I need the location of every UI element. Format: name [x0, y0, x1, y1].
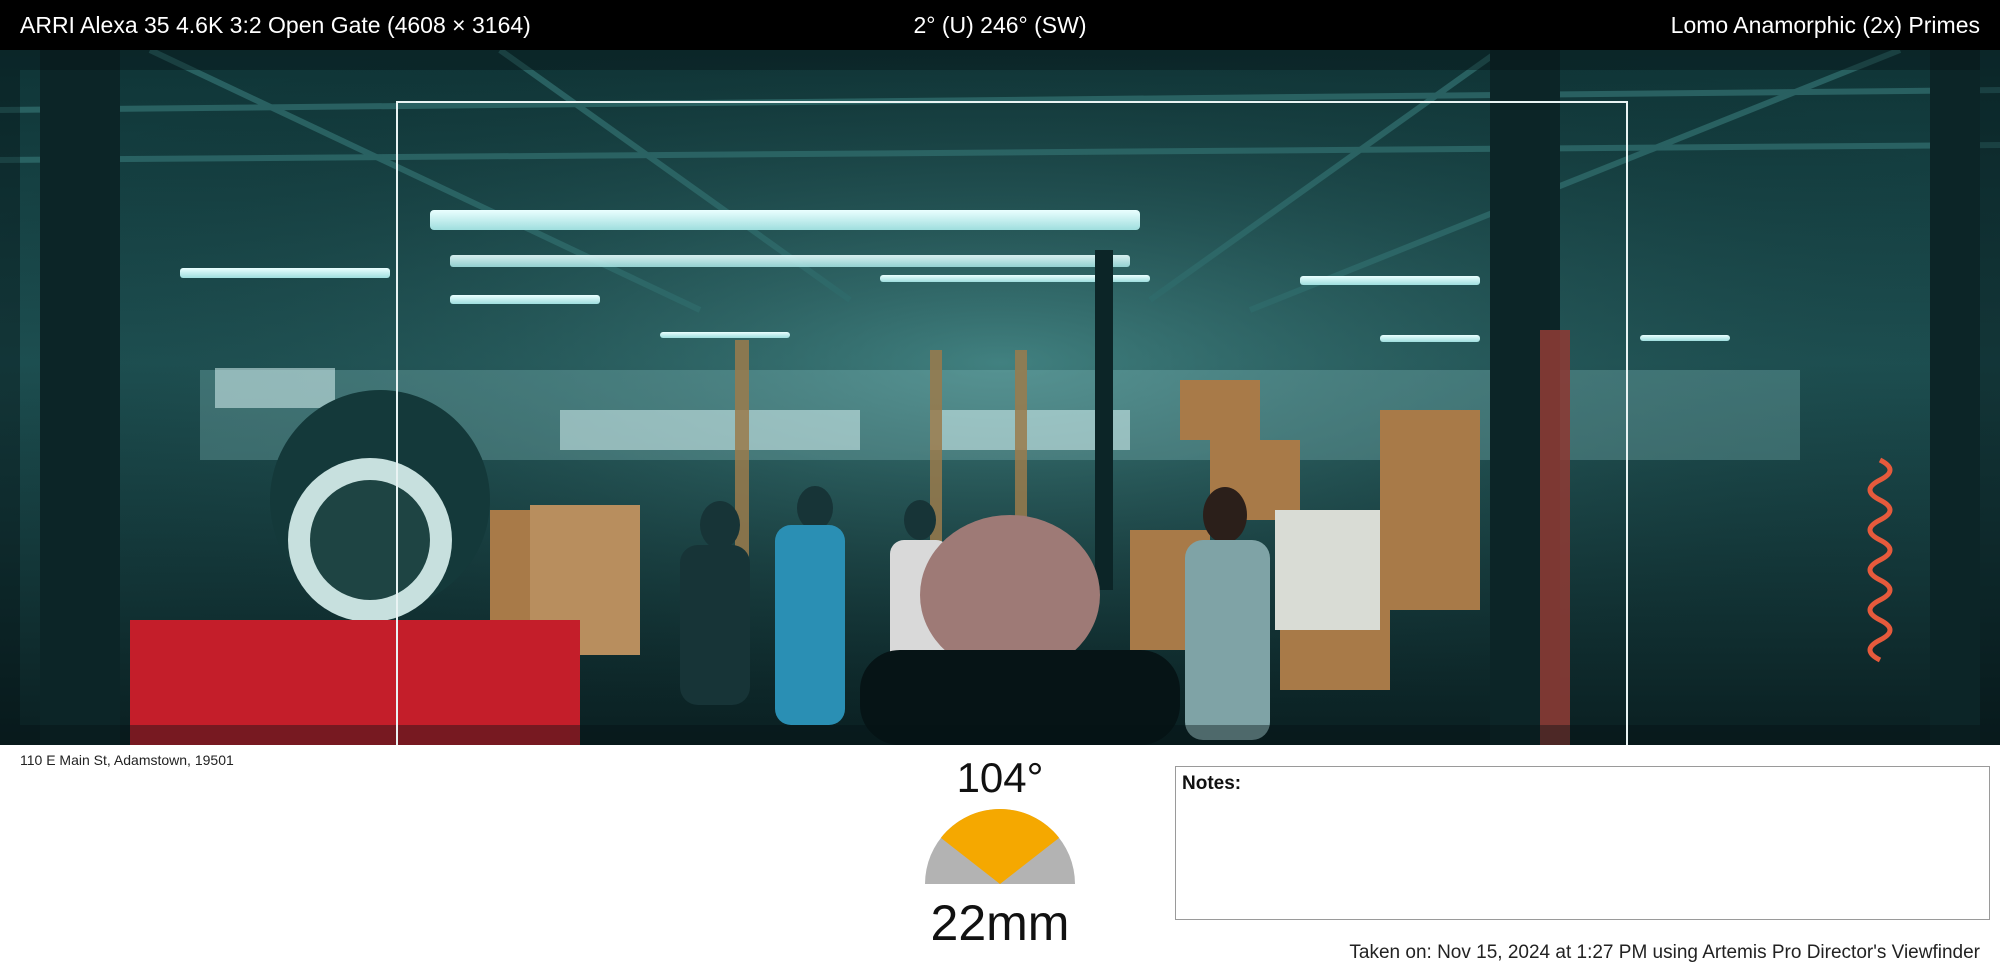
location-address: 110 E Main St, Adamstown, 19501 — [20, 752, 234, 768]
notes-box[interactable]: Notes: — [1175, 766, 1990, 920]
camera-format-label: ARRI Alexa 35 4.6K 3:2 Open Gate (4608 ×… — [20, 11, 531, 38]
fov-gauge-icon — [925, 809, 1075, 884]
notes-label: Notes: — [1182, 773, 1242, 794]
factory-scene-illustration — [0, 50, 2000, 745]
lens-set-label: Lomo Anamorphic (2x) Primes — [1670, 11, 1980, 38]
fov-angle-value: 104° — [956, 754, 1044, 801]
field-of-view-indicator: 104° 22mm — [900, 752, 1100, 952]
capture-info: Taken on: Nov 15, 2024 at 1:27 PM using … — [1349, 942, 1980, 963]
top-info-bar: ARRI Alexa 35 4.6K 3:2 Open Gate (4608 ×… — [0, 0, 2000, 50]
viewfinder-image — [0, 50, 2000, 745]
focal-length-value: 22mm — [930, 895, 1070, 951]
viewfinder-page: ARRI Alexa 35 4.6K 3:2 Open Gate (4608 ×… — [0, 0, 2000, 980]
